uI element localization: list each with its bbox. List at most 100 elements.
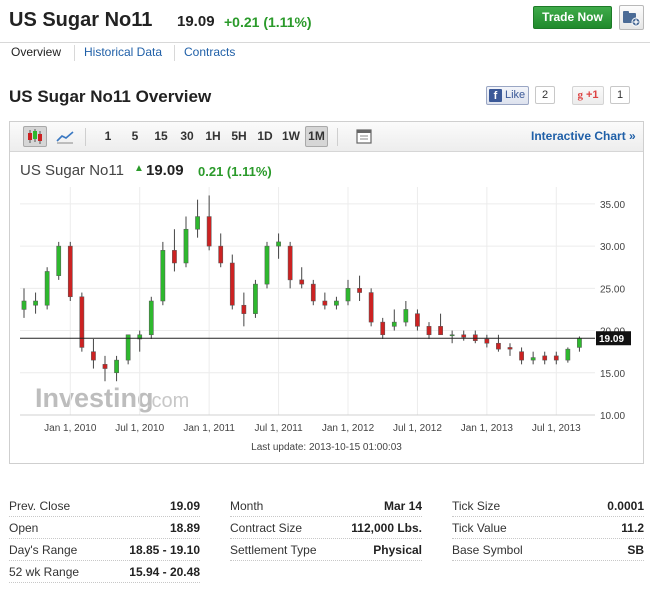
stat-value: 18.85 - 19.10: [129, 543, 200, 557]
stat-label: Day's Range: [9, 543, 78, 557]
candle-body-down: [310, 283, 316, 302]
stat-52wk-range: 52 wk Range 15.94 - 20.48: [9, 561, 200, 583]
interval-1m[interactable]: 1M: [305, 126, 328, 147]
interactive-chart-link[interactable]: Interactive Chart »: [531, 129, 636, 143]
tab-overview[interactable]: Overview: [2, 45, 70, 61]
interval-5[interactable]: 5: [126, 126, 144, 147]
candlestick-chart-button[interactable]: [23, 126, 47, 147]
candle: [79, 292, 85, 352]
stat-label: Base Symbol: [452, 543, 523, 557]
candle-body-down: [415, 313, 420, 327]
stat-label: Tick Size: [452, 499, 501, 513]
candle: [310, 279, 316, 306]
google-plus-button[interactable]: g +1: [572, 86, 604, 105]
google-plus-icon: g: [577, 89, 583, 101]
sub-nav-tabs: Overview Historical Data Contracts: [0, 42, 650, 62]
candle-body-down: [102, 364, 108, 369]
candle-body-down: [206, 216, 212, 247]
add-to-portfolio-button[interactable]: [619, 5, 644, 30]
chart-symbol: US Sugar No11: [20, 162, 124, 179]
candle-body-up: [264, 245, 270, 285]
candle: [21, 288, 27, 318]
tab-historical-data[interactable]: Historical Data: [74, 45, 171, 61]
candle-body-up: [183, 228, 189, 264]
interval-1[interactable]: 1: [99, 126, 117, 147]
price-chart[interactable]: Investing .com 10.0015.0020.0025.0030.00…: [20, 187, 635, 437]
x-tick-label: Jul 1, 2012: [393, 423, 442, 434]
candle: [484, 334, 490, 348]
candle-body-up: [577, 337, 582, 348]
interval-1h[interactable]: 1H: [203, 126, 223, 147]
chart-panel: 1 5 15 30 1H 5H 1D 1W 1M Interactive Cha…: [9, 121, 644, 464]
x-tick-label: Jan 1, 2012: [322, 423, 375, 434]
stat-contract-size: Contract Size 112,000 Lbs.: [230, 517, 422, 539]
x-tick-label: Jan 1, 2010: [44, 423, 97, 434]
chart-settings-button[interactable]: [353, 126, 375, 147]
stat-label: Prev. Close: [9, 499, 71, 513]
stat-value: 19.09: [169, 499, 200, 513]
toolbar-divider: [337, 128, 338, 146]
area-chart-button[interactable]: [53, 126, 77, 147]
stat-label: Contract Size: [230, 521, 303, 535]
candle-body-up: [391, 321, 397, 327]
y-tick-label: 15.00: [600, 369, 625, 380]
candle: [415, 309, 420, 331]
candle-body-down: [67, 245, 73, 298]
stat-value: 18.89: [169, 521, 200, 535]
interval-30[interactable]: 30: [177, 126, 197, 147]
stat-label: Tick Value: [452, 521, 507, 535]
candle-body-down: [426, 326, 432, 336]
candle-body-down: [472, 334, 478, 341]
candle: [125, 334, 131, 365]
x-tick-label: Jul 1, 2011: [254, 423, 303, 434]
instrument-title: US Sugar No11: [9, 9, 153, 31]
facebook-icon: f: [489, 89, 502, 102]
candle: [322, 292, 328, 310]
candlestick-icon: [28, 129, 42, 144]
trade-now-button[interactable]: Trade Now: [533, 6, 612, 29]
candle: [577, 336, 582, 352]
y-tick-label: 10.00: [600, 411, 625, 422]
candle: [565, 347, 571, 363]
interval-1w[interactable]: 1W: [280, 126, 302, 147]
interval-15[interactable]: 15: [151, 126, 171, 147]
stat-days-range: Day's Range 18.85 - 19.10: [9, 539, 200, 561]
x-tick-label: Jul 1, 2010: [115, 423, 164, 434]
chart-toolbar: 1 5 15 30 1H 5H 1D 1W 1M Interactive Cha…: [10, 122, 643, 152]
candle-body-up: [148, 300, 154, 336]
candle-body-down: [322, 300, 328, 306]
candle: [299, 267, 305, 289]
interval-5h[interactable]: 5H: [229, 126, 249, 147]
line-chart-icon: [56, 131, 74, 144]
candle-body-down: [553, 355, 559, 361]
candle: [264, 241, 270, 289]
candle: [172, 229, 177, 272]
stat-prev-close: Prev. Close 19.09: [9, 495, 200, 517]
folder-add-icon: [623, 11, 641, 27]
x-tick-label: Jan 1, 2011: [183, 423, 235, 434]
stat-value: Mar 14: [383, 499, 422, 513]
tab-contracts[interactable]: Contracts: [174, 45, 244, 61]
interval-1d[interactable]: 1D: [255, 126, 275, 147]
candle-body-down: [91, 351, 96, 361]
candle: [229, 254, 235, 310]
chart-change: 0.21 (1.11%): [198, 164, 272, 179]
candle-body-down: [461, 334, 467, 338]
candle-body-up: [276, 241, 281, 247]
candle: [530, 351, 536, 365]
candle: [426, 322, 432, 339]
stat-base-symbol: Base Symbol SB: [452, 539, 644, 561]
stat-value: SB: [627, 543, 644, 557]
candle: [438, 313, 443, 336]
candle-body-down: [519, 351, 524, 361]
candle: [137, 330, 143, 352]
y-tick-label: 30.00: [600, 242, 625, 253]
x-tick-label: Jan 1, 2013: [461, 423, 514, 434]
candle-body-down: [542, 355, 548, 361]
candle-body-up: [44, 271, 50, 306]
gplus-label: +1: [586, 89, 599, 101]
candle: [56, 241, 62, 280]
candle-body-up: [449, 334, 455, 337]
candle-body-down: [496, 342, 501, 350]
facebook-like-button[interactable]: f Like: [486, 86, 529, 105]
